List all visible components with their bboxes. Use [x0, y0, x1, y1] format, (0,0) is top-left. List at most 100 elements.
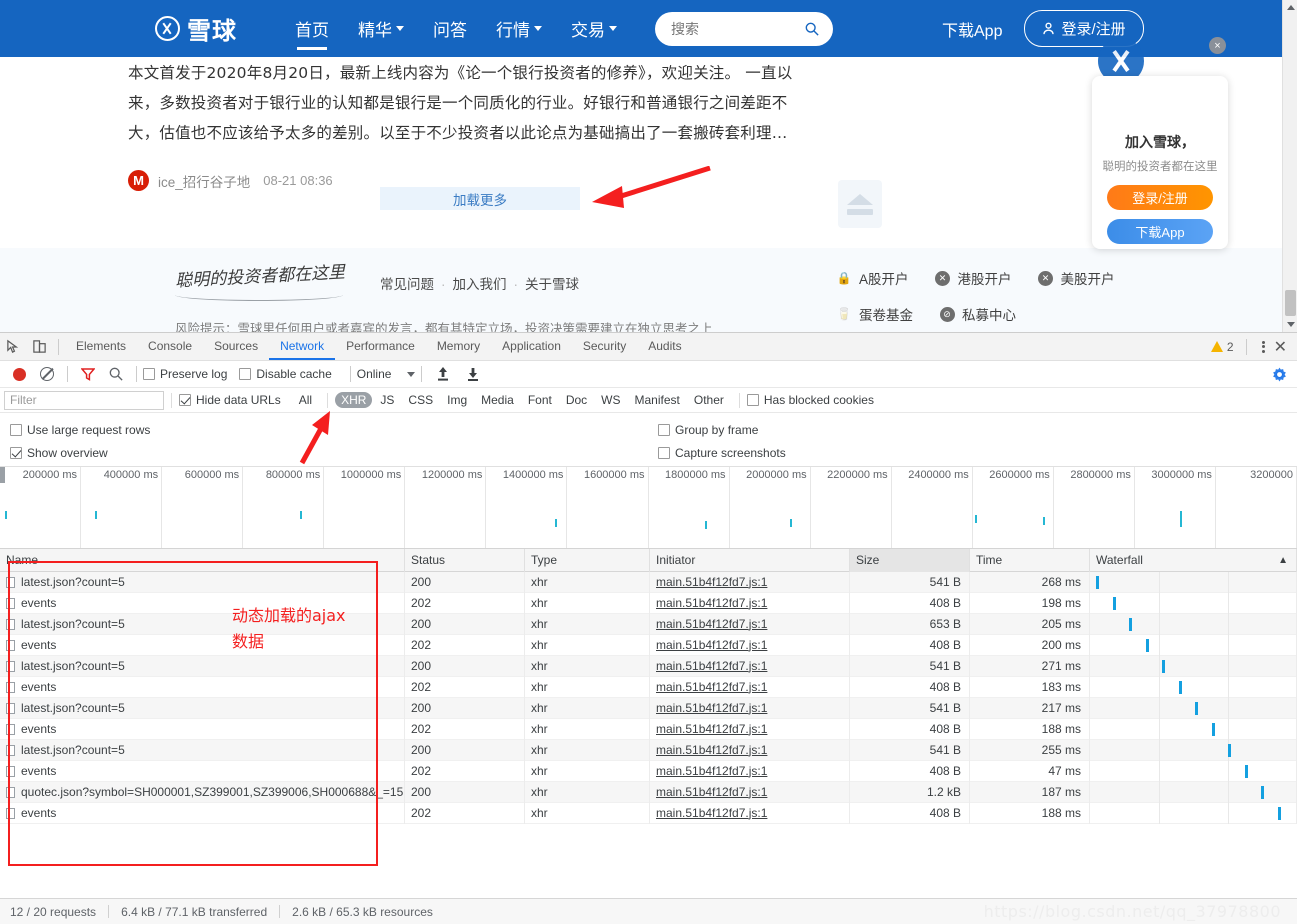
site-logo[interactable]: 雪球	[155, 11, 237, 46]
filter-type-css[interactable]: CSS	[402, 392, 439, 408]
search-icon[interactable]	[109, 367, 123, 381]
filter-input[interactable]	[4, 391, 164, 410]
initiator-link[interactable]: main.51b4f12fd7.js:1	[656, 701, 767, 715]
show-overview-option[interactable]: Show overview	[10, 446, 108, 460]
filter-type-xhr[interactable]: XHR	[335, 392, 372, 408]
initiator-link[interactable]: main.51b4f12fd7.js:1	[656, 617, 767, 631]
toggle-device-toolbar-icon[interactable]	[26, 334, 52, 360]
cell-initiator[interactable]: main.51b4f12fd7.js:1	[650, 677, 850, 698]
cell-name[interactable]: latest.json?count=5	[0, 740, 405, 761]
column-header-time[interactable]: Time	[970, 549, 1090, 572]
tab-audits[interactable]: Audits	[637, 333, 692, 360]
table-row[interactable]: events202xhrmain.51b4f12fd7.js:1408 B183…	[0, 677, 1297, 698]
scroll-up-arrow-icon[interactable]	[1283, 0, 1297, 15]
service-danjuan-fund[interactable]: 🥛 蛋卷基金	[836, 304, 913, 324]
export-har-icon[interactable]	[465, 366, 481, 382]
tab-sources[interactable]: Sources	[203, 333, 269, 360]
search-icon[interactable]	[805, 22, 819, 36]
cell-name[interactable]: events	[0, 803, 405, 824]
cell-name[interactable]: latest.json?count=5	[0, 698, 405, 719]
network-overview-timeline[interactable]: 200000 ms400000 ms600000 ms800000 ms1000…	[0, 467, 1297, 549]
checkbox[interactable]	[658, 424, 670, 436]
load-more-button[interactable]: 加载更多	[380, 187, 580, 210]
tab-console[interactable]: Console	[137, 333, 203, 360]
cell-initiator[interactable]: main.51b4f12fd7.js:1	[650, 740, 850, 761]
capture-screenshots-option[interactable]: Capture screenshots	[658, 446, 786, 460]
initiator-link[interactable]: main.51b4f12fd7.js:1	[656, 638, 767, 652]
table-row[interactable]: events202xhrmain.51b4f12fd7.js:1408 B188…	[0, 803, 1297, 824]
group-by-frame-option[interactable]: Group by frame	[658, 423, 758, 437]
initiator-link[interactable]: main.51b4f12fd7.js:1	[656, 785, 767, 799]
filter-type-font[interactable]: Font	[522, 392, 558, 408]
cell-initiator[interactable]: main.51b4f12fd7.js:1	[650, 698, 850, 719]
initiator-link[interactable]: main.51b4f12fd7.js:1	[656, 806, 767, 820]
promo-login-button[interactable]: 登录/注册	[1107, 185, 1213, 210]
cell-initiator[interactable]: main.51b4f12fd7.js:1	[650, 719, 850, 740]
initiator-link[interactable]: main.51b4f12fd7.js:1	[656, 680, 767, 694]
column-header-status[interactable]: Status	[405, 549, 525, 572]
cell-name[interactable]: events	[0, 593, 405, 614]
avatar[interactable]	[128, 170, 149, 191]
preserve-log-option[interactable]: Preserve log	[143, 367, 227, 381]
initiator-link[interactable]: main.51b4f12fd7.js:1	[656, 575, 767, 589]
initiator-link[interactable]: main.51b4f12fd7.js:1	[656, 596, 767, 610]
cell-name[interactable]: events	[0, 719, 405, 740]
tab-memory[interactable]: Memory	[426, 333, 491, 360]
filter-type-all[interactable]: All	[293, 392, 318, 408]
record-button[interactable]	[13, 368, 26, 381]
column-header-waterfall[interactable]: Waterfall ▲	[1090, 549, 1297, 572]
table-row[interactable]: latest.json?count=5200xhrmain.51b4f12fd7…	[0, 572, 1297, 593]
filter-type-other[interactable]: Other	[688, 392, 730, 408]
close-devtools-icon[interactable]: ✕	[1274, 337, 1287, 357]
nav-item-trade[interactable]: 交易	[571, 0, 617, 57]
cell-name[interactable]: latest.json?count=5	[0, 572, 405, 593]
initiator-link[interactable]: main.51b4f12fd7.js:1	[656, 722, 767, 736]
more-options-icon[interactable]	[1262, 341, 1265, 353]
filter-type-media[interactable]: Media	[475, 392, 520, 408]
filter-type-ws[interactable]: WS	[595, 392, 626, 408]
filter-type-js[interactable]: JS	[374, 392, 400, 408]
download-app-link[interactable]: 下载App	[942, 17, 1002, 41]
service-us-share[interactable]: ✕ 美股开户	[1038, 268, 1115, 288]
cell-name[interactable]: quotec.json?symbol=SH000001,SZ399001,SZ3…	[0, 782, 405, 803]
column-header-initiator[interactable]: Initiator	[650, 549, 850, 572]
column-header-size[interactable]: Size	[850, 549, 970, 572]
cell-name[interactable]: events	[0, 635, 405, 656]
table-row[interactable]: quotec.json?symbol=SH000001,SZ399001,SZ3…	[0, 782, 1297, 803]
cell-initiator[interactable]: main.51b4f12fd7.js:1	[650, 761, 850, 782]
search-input[interactable]	[669, 20, 799, 38]
cell-name[interactable]: events	[0, 677, 405, 698]
nav-item-essence[interactable]: 精华	[358, 0, 404, 57]
filter-icon[interactable]	[81, 368, 95, 381]
initiator-link[interactable]: main.51b4f12fd7.js:1	[656, 659, 767, 673]
page-scrollbar[interactable]	[1282, 0, 1297, 332]
nav-item-home[interactable]: 首页	[295, 0, 329, 57]
tab-network[interactable]: Network	[269, 333, 335, 360]
clear-icon[interactable]	[40, 367, 54, 381]
scroll-down-arrow-icon[interactable]	[1283, 317, 1297, 332]
back-to-top-button[interactable]	[838, 180, 882, 228]
filter-type-manifest[interactable]: Manifest	[629, 392, 686, 408]
inspect-element-icon[interactable]	[0, 334, 26, 360]
throttling-select[interactable]: Online	[357, 367, 416, 381]
scrollbar-thumb[interactable]	[1285, 290, 1296, 316]
cell-initiator[interactable]: main.51b4f12fd7.js:1	[650, 656, 850, 677]
cell-initiator[interactable]: main.51b4f12fd7.js:1	[650, 593, 850, 614]
footer-link-join[interactable]: 加入我们	[453, 277, 507, 292]
author-name[interactable]: ice_招行谷子地	[158, 171, 250, 191]
search-box[interactable]	[655, 12, 833, 46]
close-icon[interactable]: ×	[1209, 37, 1226, 54]
tab-application[interactable]: Application	[491, 333, 572, 360]
table-row[interactable]: latest.json?count=5200xhrmain.51b4f12fd7…	[0, 614, 1297, 635]
filter-type-doc[interactable]: Doc	[560, 392, 593, 408]
service-private-fund[interactable]: ⊘ 私募中心	[939, 304, 1016, 324]
initiator-link[interactable]: main.51b4f12fd7.js:1	[656, 743, 767, 757]
table-row[interactable]: latest.json?count=5200xhrmain.51b4f12fd7…	[0, 698, 1297, 719]
tab-performance[interactable]: Performance	[335, 333, 426, 360]
table-row[interactable]: latest.json?count=5200xhrmain.51b4f12fd7…	[0, 656, 1297, 677]
table-row[interactable]: events202xhrmain.51b4f12fd7.js:1408 B188…	[0, 719, 1297, 740]
checkbox[interactable]	[143, 368, 155, 380]
filter-type-img[interactable]: Img	[441, 392, 473, 408]
service-a-share[interactable]: 🔒 A股开户	[836, 268, 909, 288]
table-row[interactable]: events202xhrmain.51b4f12fd7.js:1408 B198…	[0, 593, 1297, 614]
